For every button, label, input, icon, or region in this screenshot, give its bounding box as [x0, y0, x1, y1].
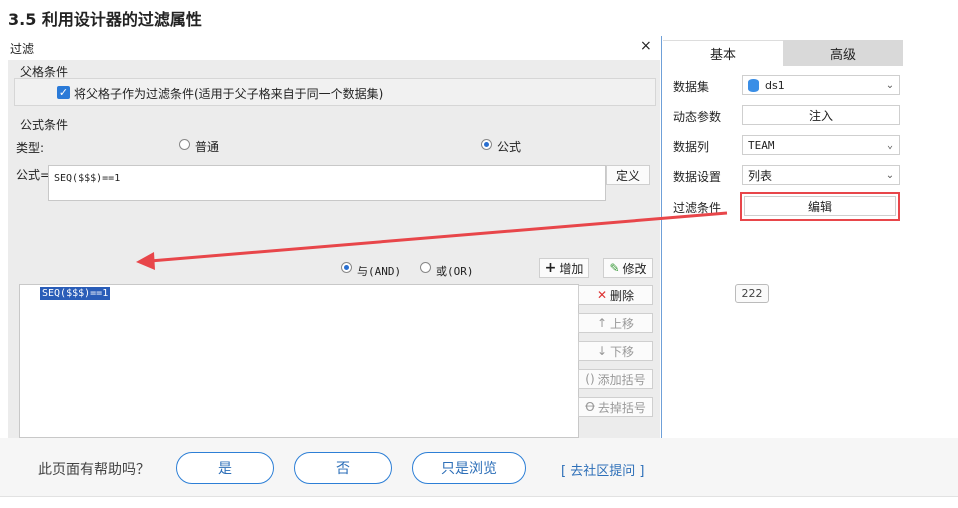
feedback-bar: 此页面有帮助吗？ 是 否 只是浏览 [ 去社区提问 ]	[0, 438, 958, 496]
browse-button[interactable]: 只是浏览	[412, 452, 526, 484]
no-button[interactable]: 否	[294, 452, 392, 484]
annotation-arrow-icon	[136, 211, 728, 270]
feedback-question: 此页面有帮助吗？	[38, 462, 150, 478]
screenshot-root: 3.5 利用设计器的过滤属性 过滤 × 父格条件 ✓ 将父格子作为过滤条件(适用…	[0, 0, 958, 508]
yes-button[interactable]: 是	[176, 452, 274, 484]
bottom-strip	[0, 496, 958, 508]
community-link[interactable]: [ 去社区提问 ]	[561, 460, 644, 479]
